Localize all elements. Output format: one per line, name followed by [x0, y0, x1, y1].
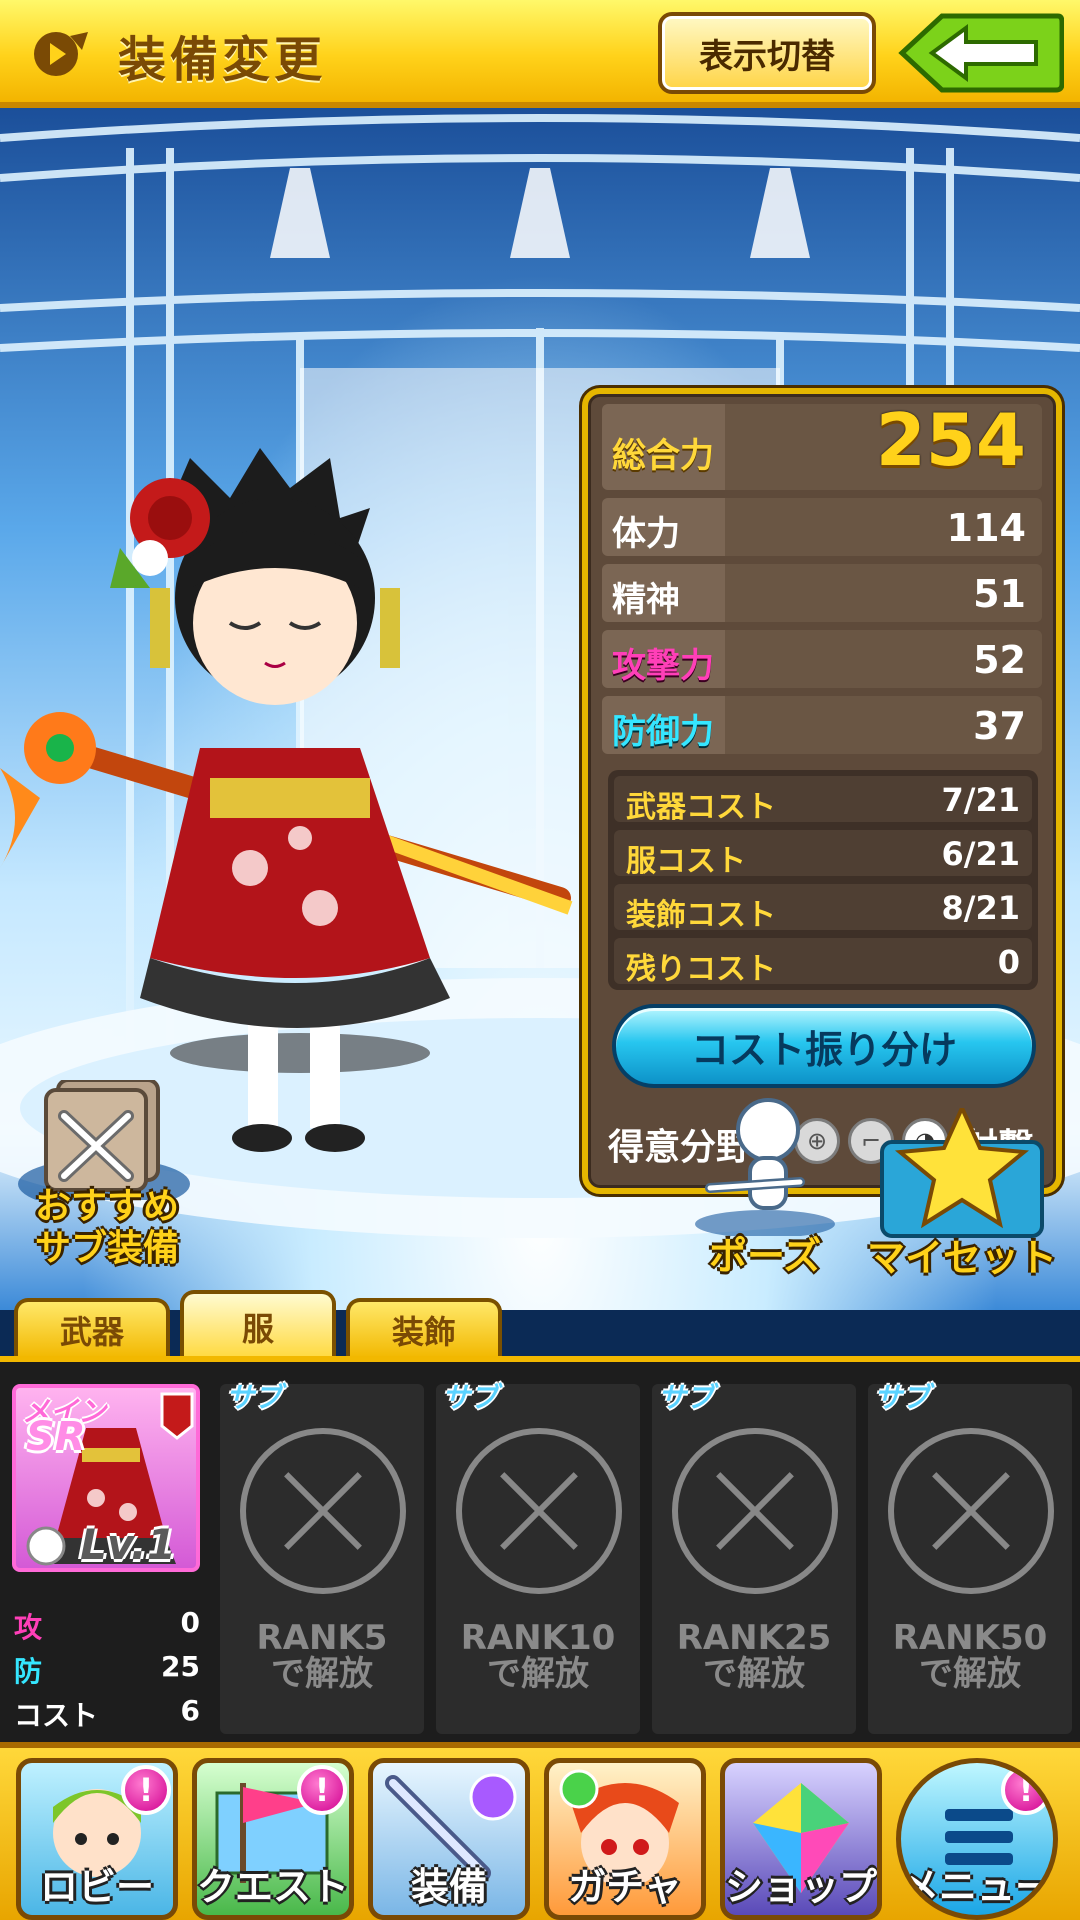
cost-value: 8/21: [941, 889, 1020, 927]
nav-label: クエスト: [197, 1865, 350, 1909]
notification-badge: !: [121, 1765, 171, 1815]
cost-value: 6/21: [941, 835, 1020, 873]
nav-label: メニュー: [901, 1865, 1054, 1909]
figure-icon: [695, 1098, 835, 1238]
header-bar: 装備変更 表示切替: [0, 0, 1080, 108]
main-equip-stats: 攻 0 防 25 コスト 6: [14, 1602, 200, 1734]
cost-label: 装飾コスト: [626, 898, 776, 933]
main-stat-attack: 攻 0: [14, 1602, 200, 1646]
bottom-navigation: ! ロビー ! クエスト 装備 ガチャ ショップ ! メニュー: [0, 1742, 1080, 1920]
recommended-sub-label: おすすめ サブ装備: [34, 1186, 179, 1269]
nav-gacha[interactable]: ガチャ: [544, 1758, 706, 1920]
nav-shop[interactable]: ショップ: [720, 1758, 882, 1920]
total-power-label: 総合力: [612, 436, 714, 476]
equipment-slots: メイン SR Lv.1 攻 0 防 25 コスト 6 サブ RANK5 で解放 …: [0, 1356, 1080, 1742]
sub-tag: サブ: [658, 1381, 715, 1414]
stat-row-spirit: 精神 51: [602, 564, 1042, 622]
my-set-button[interactable]: マイセット: [862, 1103, 1062, 1288]
stat-value: 52: [973, 638, 1026, 682]
stat-value: 0: [180, 1606, 200, 1639]
rarity-badge: SR: [26, 1414, 86, 1460]
stat-row-hp: 体力 114: [602, 498, 1042, 556]
nav-label: ショップ: [725, 1865, 878, 1909]
notification-badge: !: [1001, 1765, 1051, 1815]
main-equip-card[interactable]: メイン SR Lv.1: [12, 1384, 200, 1572]
cost-row-clothes: 服コスト 6/21: [614, 830, 1032, 879]
crossed-swords-icon: [18, 1078, 190, 1210]
sub-tag: サブ: [442, 1381, 499, 1414]
sub-tag: サブ: [226, 1381, 283, 1414]
nav-equipment[interactable]: 装備: [368, 1758, 530, 1920]
total-power-row: 総合力 254: [602, 398, 1042, 490]
cost-value: 0: [997, 943, 1020, 981]
stat-label: 攻: [14, 1611, 43, 1644]
total-power-value: 254: [875, 398, 1026, 482]
pose-button[interactable]: ポーズ: [690, 1096, 840, 1286]
locked-x-icon: [888, 1428, 1054, 1594]
cost-row-accessory: 装飾コスト 8/21: [614, 884, 1032, 933]
nav-menu[interactable]: ! メニュー: [896, 1758, 1058, 1920]
nav-label: ガチャ: [568, 1865, 682, 1909]
stats-panel: 総合力 254 体力 114 精神 51 攻撃力 52 防御力 37 武器コスト…: [582, 388, 1062, 1194]
cost-row-weapon: 武器コスト 7/21: [614, 776, 1032, 825]
unlock-requirement: RANK5 で解放: [256, 1618, 388, 1694]
locked-x-icon: [456, 1428, 622, 1594]
unlock-requirement: RANK25 で解放: [676, 1618, 832, 1694]
my-set-label: マイセット: [866, 1236, 1057, 1280]
sub-slot-4[interactable]: サブ RANK50 で解放: [868, 1381, 1072, 1734]
back-arrow-icon[interactable]: [896, 12, 1064, 94]
stat-label: 攻撃力: [612, 646, 714, 686]
sub-slot-2[interactable]: サブ RANK10 で解放: [436, 1381, 640, 1734]
stat-label: 体力: [612, 514, 680, 554]
stat-value: 114: [946, 506, 1026, 550]
stat-row-defense: 防御力 37: [602, 696, 1042, 754]
locked-x-icon: [672, 1428, 838, 1594]
main-stat-cost: コスト 6: [14, 1690, 200, 1734]
sub-slot-1[interactable]: サブ RANK5 で解放: [220, 1381, 424, 1734]
main-stat-defense: 防 25: [14, 1646, 200, 1690]
nav-label: 装備: [410, 1865, 487, 1909]
stat-value: 6: [180, 1694, 200, 1727]
recommended-sub-equip-button[interactable]: おすすめ サブ装備: [12, 1078, 196, 1280]
stat-label: 防御力: [612, 712, 714, 752]
sub-tag: サブ: [874, 1381, 931, 1414]
display-toggle-button[interactable]: 表示切替: [658, 12, 876, 94]
direction-arrow-icon: [34, 32, 88, 76]
stat-value: 25: [161, 1650, 200, 1683]
stat-row-attack: 攻撃力 52: [602, 630, 1042, 688]
star-folder-icon: [880, 1103, 1044, 1238]
tab-weapon[interactable]: 武器: [14, 1298, 170, 1358]
tab-clothes[interactable]: 服: [180, 1290, 336, 1360]
tab-accessory[interactable]: 装飾: [346, 1298, 502, 1358]
stat-label: コスト: [14, 1699, 99, 1732]
stage-background: 総合力 254 体力 114 精神 51 攻撃力 52 防御力 37 武器コスト…: [0, 108, 1080, 1310]
equip-category-tabs: 武器 服 装飾: [0, 1290, 1080, 1360]
locked-x-icon: [240, 1428, 406, 1594]
cost-label: 服コスト: [626, 844, 746, 879]
nav-label: ロビー: [39, 1865, 154, 1909]
nav-quest[interactable]: ! クエスト: [192, 1758, 354, 1920]
stat-label: 精神: [612, 580, 680, 620]
stat-label: 防: [14, 1655, 43, 1688]
cost-row-remaining: 残りコスト 0: [614, 938, 1032, 987]
stat-value: 51: [973, 572, 1026, 616]
unlock-requirement: RANK50 で解放: [892, 1618, 1048, 1694]
cost-value: 7/21: [941, 781, 1020, 819]
character-illustration: [0, 448, 573, 1152]
cost-distribution-button[interactable]: コスト振り分け: [612, 1004, 1036, 1088]
nav-lobby[interactable]: ! ロビー: [16, 1758, 178, 1920]
cost-label: 武器コスト: [626, 790, 776, 825]
page-title: 装備変更: [118, 32, 327, 88]
stat-value: 37: [973, 704, 1026, 748]
sub-slot-3[interactable]: サブ RANK25 で解放: [652, 1381, 856, 1734]
notification-badge: !: [297, 1765, 347, 1815]
level-badge: Lv.1: [80, 1520, 176, 1569]
unlock-requirement: RANK10 で解放: [460, 1618, 616, 1694]
cost-box: 武器コスト 7/21 服コスト 6/21 装飾コスト 8/21 残りコスト 0: [608, 770, 1038, 990]
cost-label: 残りコスト: [626, 952, 776, 987]
pose-label: ポーズ: [708, 1234, 822, 1278]
